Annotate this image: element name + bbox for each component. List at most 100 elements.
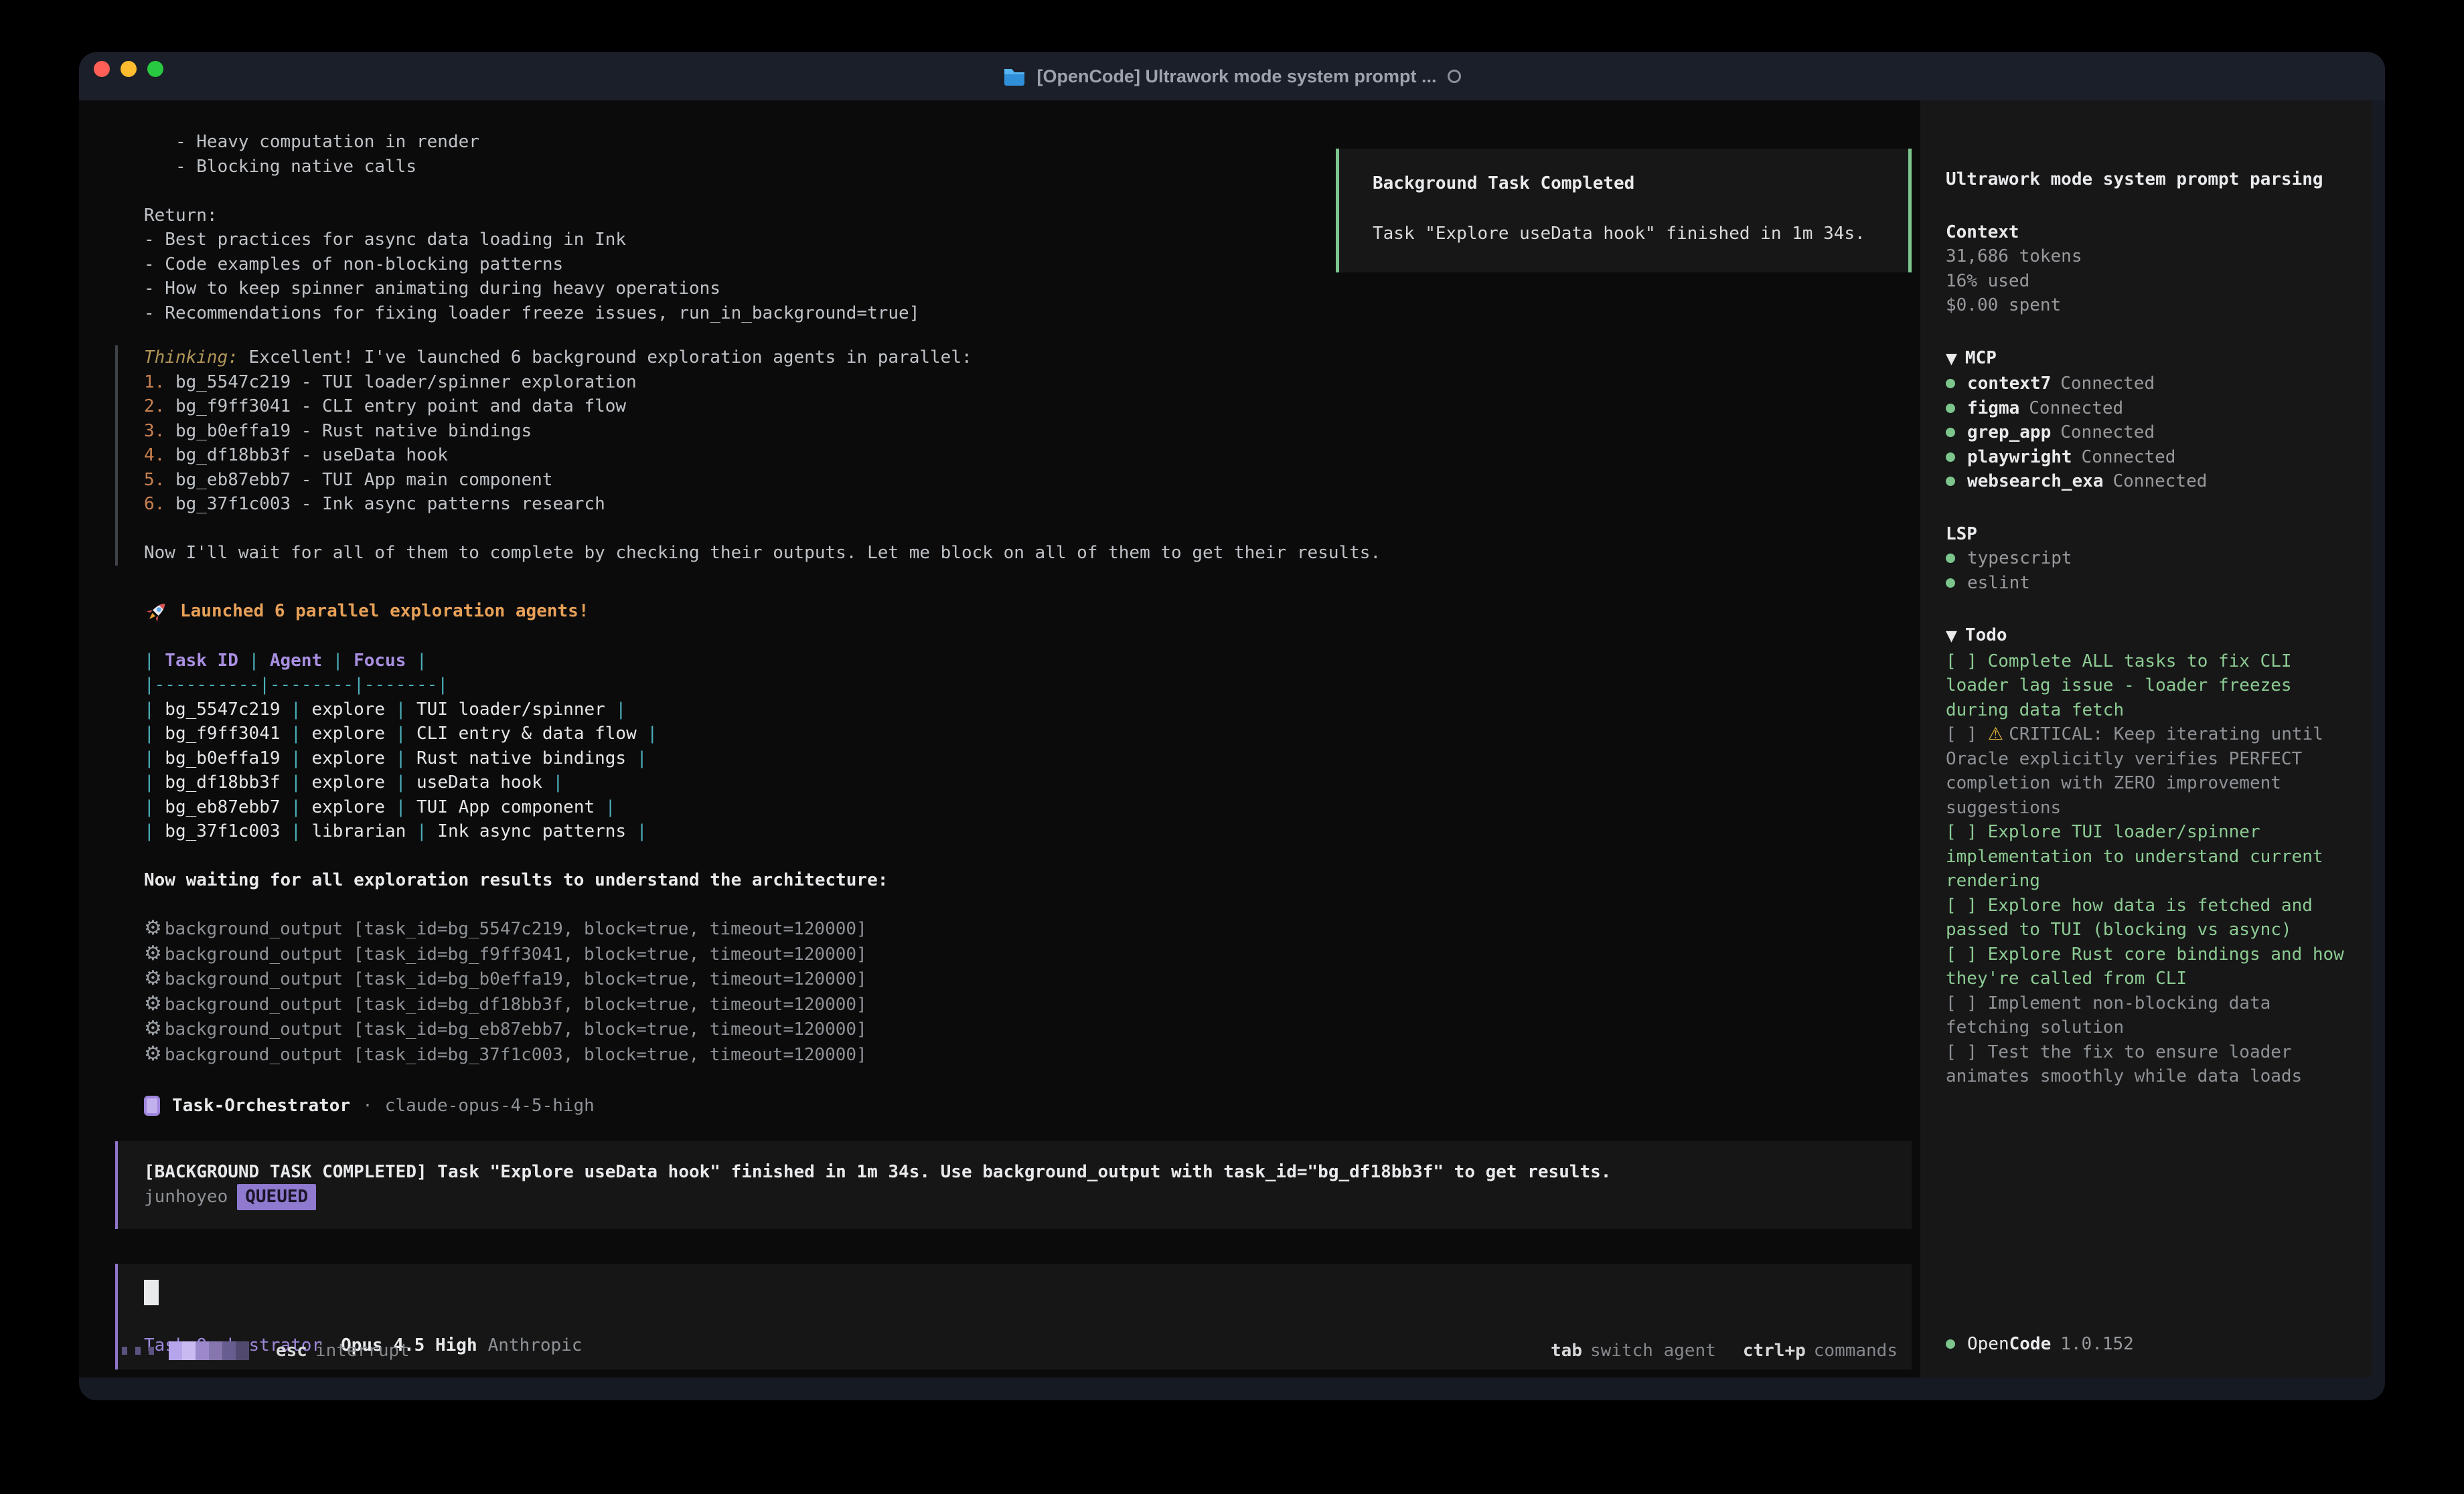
folder-icon bbox=[1003, 67, 1026, 86]
agent-separator: · bbox=[362, 1094, 373, 1118]
status-right: tab switch agent ctrl+p commands bbox=[1551, 1339, 1898, 1363]
table-row: | bg_df18bb3f | explore | useData hook | bbox=[144, 770, 1912, 795]
ctrlp-key-label: commands bbox=[1814, 1339, 1898, 1363]
mcp-item: context7Connected bbox=[1946, 371, 2346, 396]
waiting-line: Now waiting for all exploration results … bbox=[144, 868, 1912, 893]
thinking-item: 5. bg_eb87ebb7 - TUI App main component bbox=[144, 468, 1912, 493]
agent-name: Task-Orchestrator bbox=[172, 1094, 350, 1118]
context-heading: Context bbox=[1946, 220, 2346, 245]
announcement-text: Launched 6 parallel exploration agents! bbox=[180, 599, 589, 624]
table-separator-row: |----------|--------|-------| bbox=[144, 673, 1912, 697]
window-title-wrap: [OpenCode] Ultrawork mode system prompt … bbox=[1003, 66, 1460, 87]
announcement-line: Launched 6 parallel exploration agents! bbox=[144, 599, 1912, 625]
todo-item: [ ] Test the fix to ensure loader animat… bbox=[1946, 1040, 2346, 1089]
esc-key-label: interrupt bbox=[315, 1339, 410, 1363]
status-dot-icon bbox=[1946, 404, 1955, 413]
background-task-toast[interactable]: Background Task Completed Task "Explore … bbox=[1336, 149, 1912, 272]
thinking-list: 1. bg_5547c219 - TUI loader/spinner expl… bbox=[144, 370, 1912, 517]
chevron-down-icon: ▼ bbox=[1946, 351, 1957, 367]
lsp-section: LSP typescripteslint bbox=[1946, 522, 2346, 596]
gear-icon: ⚙ bbox=[144, 1017, 162, 1040]
mcp-item: figmaConnected bbox=[1946, 396, 2346, 421]
rocket-icon bbox=[144, 599, 169, 625]
message-scroll-region[interactable]: - Heavy computation in render - Blocking… bbox=[79, 100, 1920, 1370]
table-row: | bg_37f1c003 | librarian | Ink async pa… bbox=[144, 819, 1912, 844]
spinner-cell bbox=[196, 1341, 209, 1360]
tool-call-line: ⚙background_output [task_id=bg_5547c219,… bbox=[144, 916, 1912, 942]
close-button[interactable] bbox=[94, 61, 110, 77]
chat-main-pane: - Heavy computation in render - Blocking… bbox=[79, 100, 1920, 1378]
spinner-progress-icon bbox=[169, 1341, 249, 1360]
output-line: - How to keep spinner animating during h… bbox=[144, 276, 1912, 301]
commands-hint-group: ctrl+p commands bbox=[1743, 1339, 1898, 1363]
mcp-heading[interactable]: ▼MCP bbox=[1946, 346, 2346, 372]
thinking-intro-line: Thinking: Excellent! I've launched 6 bac… bbox=[144, 345, 1912, 370]
spinner-cell bbox=[182, 1341, 196, 1360]
tab-key-label: switch agent bbox=[1590, 1339, 1716, 1363]
queued-status-badge: QUEUED bbox=[237, 1184, 316, 1210]
table-header-row: | Task ID | Agent | Focus | bbox=[144, 649, 1912, 673]
zoom-button[interactable] bbox=[147, 61, 163, 77]
app-name-bold: Code bbox=[2009, 1332, 2052, 1357]
tool-call-list: ⚙background_output [task_id=bg_5547c219,… bbox=[144, 916, 1912, 1067]
lsp-heading: LSP bbox=[1946, 522, 2346, 547]
agent-model: claude-opus-4-5-high bbox=[385, 1094, 595, 1118]
window-controls bbox=[94, 61, 163, 77]
todo-section: ▼Todo [ ] Complete ALL tasks to fix CLI … bbox=[1946, 623, 2346, 1089]
background-task-completed-message: [BACKGROUND TASK COMPLETED] Task "Explor… bbox=[115, 1141, 1912, 1229]
spinner-cell bbox=[222, 1341, 236, 1360]
minimize-button[interactable] bbox=[121, 61, 137, 77]
table-row: | bg_eb87ebb7 | explore | TUI App compon… bbox=[144, 795, 1912, 820]
thinking-item: 1. bg_5547c219 - TUI loader/spinner expl… bbox=[144, 370, 1912, 395]
mcp-list: context7ConnectedfigmaConnectedgrep_appC… bbox=[1946, 371, 2346, 494]
context-stat-line: 31,686 tokens bbox=[1946, 244, 2346, 269]
status-left: esc interrupt bbox=[122, 1339, 410, 1363]
status-dot-icon bbox=[1946, 554, 1955, 563]
toast-title: Background Task Completed bbox=[1373, 171, 1881, 196]
progress-circle-icon bbox=[1448, 70, 1461, 83]
context-section: Context 31,686 tokens16% used$0.00 spent bbox=[1946, 220, 2346, 318]
agents-table: | Task ID | Agent | Focus ||----------|-… bbox=[144, 649, 1912, 844]
gear-icon: ⚙ bbox=[144, 916, 162, 940]
status-dot-icon bbox=[1946, 379, 1955, 388]
status-dot-icon bbox=[1946, 452, 1955, 462]
tool-call-line: ⚙background_output [task_id=bg_eb87ebb7,… bbox=[144, 1017, 1912, 1042]
lsp-list: typescripteslint bbox=[1946, 546, 2346, 595]
ctrlp-key-hint: ctrl+p bbox=[1743, 1339, 1806, 1363]
gear-icon: ⚙ bbox=[144, 992, 162, 1015]
context-stat-line: $0.00 spent bbox=[1946, 293, 2346, 318]
title-bar: [OpenCode] Ultrawork mode system prompt … bbox=[79, 52, 2385, 100]
mcp-item: grep_appConnected bbox=[1946, 420, 2346, 445]
blank-line bbox=[144, 517, 1912, 542]
todo-item: [ ] ⚠ CRITICAL: Keep iterating until Ora… bbox=[1946, 722, 2346, 820]
context-stats: 31,686 tokens16% used$0.00 spent bbox=[1946, 244, 2346, 318]
agent-badge-icon bbox=[144, 1096, 160, 1116]
chevron-down-icon: ▼ bbox=[1946, 628, 1957, 645]
tool-call-line: ⚙background_output [task_id=bg_37f1c003,… bbox=[144, 1042, 1912, 1068]
status-dot-icon bbox=[1946, 578, 1955, 588]
status-dot-icon bbox=[1946, 1339, 1955, 1349]
thinking-outro: Now I'll wait for all of them to complet… bbox=[144, 541, 1912, 566]
spinner-cell bbox=[169, 1341, 182, 1360]
tab-key-hint: tab bbox=[1551, 1339, 1582, 1363]
sidebar: Ultrawork mode system prompt parsing Con… bbox=[1920, 100, 2372, 1378]
todo-item: [ ] Complete ALL tasks to fix CLI loader… bbox=[1946, 649, 2346, 723]
todo-heading[interactable]: ▼Todo bbox=[1946, 623, 2346, 649]
todo-list: [ ] Complete ALL tasks to fix CLI loader… bbox=[1946, 649, 2346, 1089]
completed-message-text: [BACKGROUND TASK COMPLETED] Task "Explor… bbox=[144, 1160, 1892, 1185]
thinking-intro: Excellent! I've launched 6 background ex… bbox=[249, 347, 972, 367]
table-row: | bg_f9ff3041 | explore | CLI entry & da… bbox=[144, 722, 1912, 746]
thinking-item: 6. bg_37f1c003 - Ink async patterns rese… bbox=[144, 492, 1912, 517]
thinking-item: 2. bg_f9ff3041 - CLI entry point and dat… bbox=[144, 394, 1912, 419]
esc-key-hint: esc bbox=[276, 1339, 307, 1363]
mcp-section: ▼MCP context7ConnectedfigmaConnectedgrep… bbox=[1946, 346, 2346, 494]
thinking-item: 4. bg_df18bb3f - useData hook bbox=[144, 443, 1912, 468]
context-stat-line: 16% used bbox=[1946, 269, 2346, 294]
app-version-footer: OpenCode 1.0.152 bbox=[1946, 1332, 2134, 1357]
spinner-dots-icon bbox=[122, 1347, 154, 1355]
agent-attribution-line: Task-Orchestrator · claude-opus-4-5-high bbox=[144, 1094, 1912, 1118]
tab-hint-group: tab switch agent bbox=[1551, 1339, 1716, 1363]
tool-call-line: ⚙background_output [task_id=bg_df18bb3f,… bbox=[144, 992, 1912, 1017]
status-dot-icon bbox=[1946, 477, 1955, 486]
todo-item: [ ] Explore TUI loader/spinner implement… bbox=[1946, 820, 2346, 894]
